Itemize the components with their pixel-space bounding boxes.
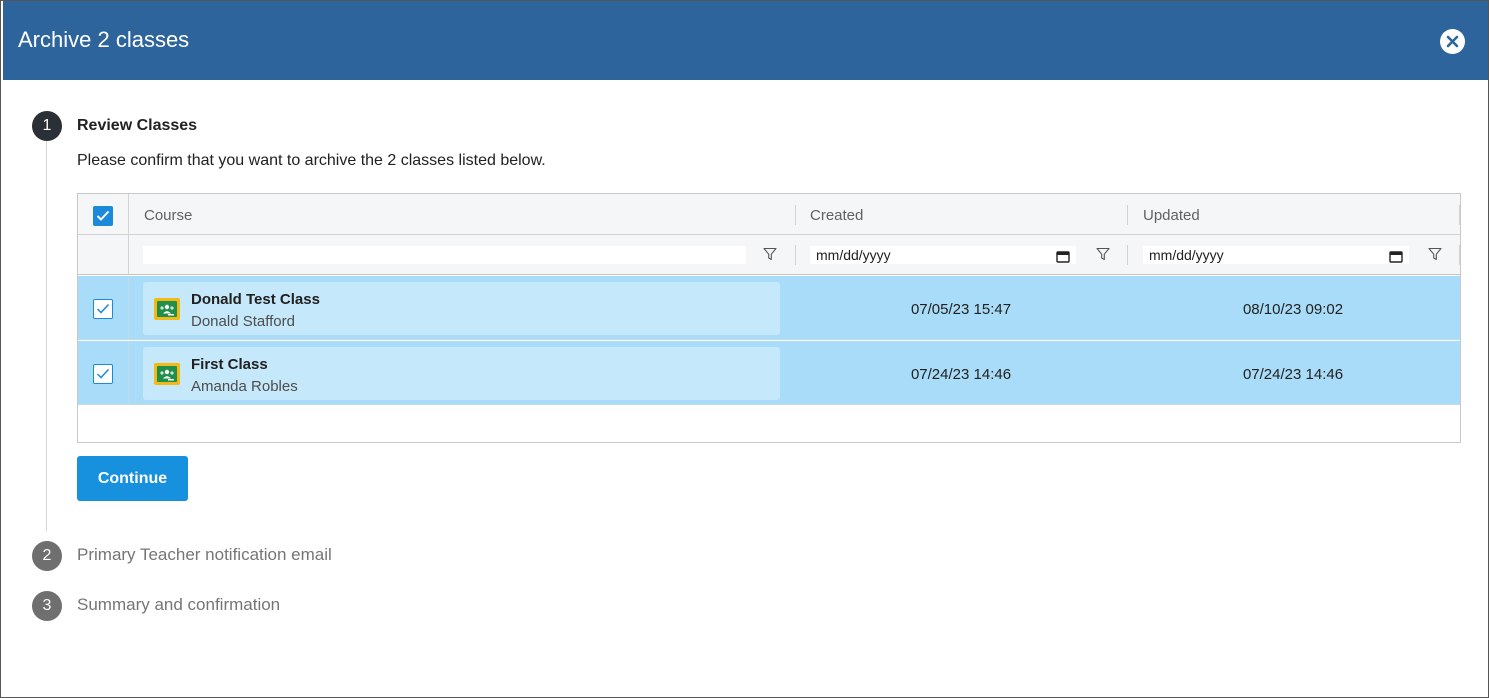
step-3-number: 3 xyxy=(32,591,62,621)
course-filter-input[interactable] xyxy=(143,246,746,264)
google-classroom-icon xyxy=(154,298,180,320)
google-classroom-icon xyxy=(154,363,180,385)
dialog-header: Archive 2 classes xyxy=(3,1,1488,80)
classes-grid: Course Created Updated mm/dd/yyyy mm/dd/… xyxy=(77,193,1461,443)
step-1-description: Please confirm that you want to archive … xyxy=(77,152,546,169)
created-date-filter-input[interactable]: mm/dd/yyyy xyxy=(810,246,1076,264)
close-icon xyxy=(1446,35,1459,48)
column-header-course[interactable]: Course xyxy=(144,207,192,224)
course-name: First Class xyxy=(191,356,268,373)
checkmark-icon xyxy=(96,368,110,379)
row-checkbox[interactable] xyxy=(93,364,113,384)
updated-date-filter-input[interactable]: mm/dd/yyyy xyxy=(1143,246,1409,264)
calendar-icon[interactable] xyxy=(1056,251,1070,263)
table-row[interactable]: Donald Test Class Donald Stafford 07/05/… xyxy=(78,276,1460,340)
column-header-created[interactable]: Created xyxy=(810,207,863,224)
filter-icon[interactable] xyxy=(1428,247,1442,261)
course-card[interactable]: Donald Test Class Donald Stafford xyxy=(143,282,780,335)
checkmark-icon xyxy=(96,303,110,314)
course-teacher: Amanda Robles xyxy=(191,378,298,395)
dialog-title: Archive 2 classes xyxy=(18,27,190,52)
updated-date: 07/24/23 14:46 xyxy=(1242,366,1344,383)
checkmark-icon xyxy=(96,210,110,221)
created-date: 07/24/23 14:46 xyxy=(910,366,1012,383)
column-header-updated[interactable]: Updated xyxy=(1143,207,1200,224)
course-card[interactable]: First Class Amanda Robles xyxy=(143,347,780,400)
course-name: Donald Test Class xyxy=(191,291,320,308)
archive-dialog: Archive 2 classes 1 Review Classes Pleas… xyxy=(0,0,1489,698)
close-button[interactable] xyxy=(1440,29,1465,54)
step-1-title: Review Classes xyxy=(77,117,198,134)
step-1-number: 1 xyxy=(32,111,62,141)
grid-filter-row: mm/dd/yyyy mm/dd/yyyy xyxy=(78,235,1460,275)
column-divider xyxy=(1459,245,1460,265)
table-row[interactable]: First Class Amanda Robles 07/24/23 14:46… xyxy=(78,341,1460,405)
filter-icon[interactable] xyxy=(763,247,777,261)
row-checkbox[interactable] xyxy=(93,299,113,319)
calendar-icon[interactable] xyxy=(1389,251,1403,263)
updated-date: 08/10/23 09:02 xyxy=(1242,301,1344,318)
continue-button[interactable]: Continue xyxy=(77,456,188,501)
course-teacher: Donald Stafford xyxy=(191,313,295,330)
filter-icon[interactable] xyxy=(1096,247,1110,261)
column-divider xyxy=(1127,245,1128,265)
step-3-title: Summary and confirmation xyxy=(77,595,281,614)
step-2-number: 2 xyxy=(32,541,62,571)
column-divider[interactable] xyxy=(1127,205,1128,225)
grid-header-row: Course Created Updated xyxy=(78,194,1460,235)
select-all-checkbox[interactable] xyxy=(93,206,113,226)
column-divider[interactable] xyxy=(795,205,796,225)
created-date: 07/05/23 15:47 xyxy=(910,301,1012,318)
column-divider xyxy=(795,245,796,265)
created-date-placeholder: mm/dd/yyyy xyxy=(816,247,891,263)
column-divider[interactable] xyxy=(1459,205,1460,225)
updated-date-placeholder: mm/dd/yyyy xyxy=(1149,247,1224,263)
stepper-rail xyxy=(46,139,47,531)
cell-divider xyxy=(128,341,129,405)
cell-divider xyxy=(128,276,129,340)
checkbox-column-divider xyxy=(128,194,129,275)
step-2-title: Primary Teacher notification email xyxy=(77,545,332,564)
